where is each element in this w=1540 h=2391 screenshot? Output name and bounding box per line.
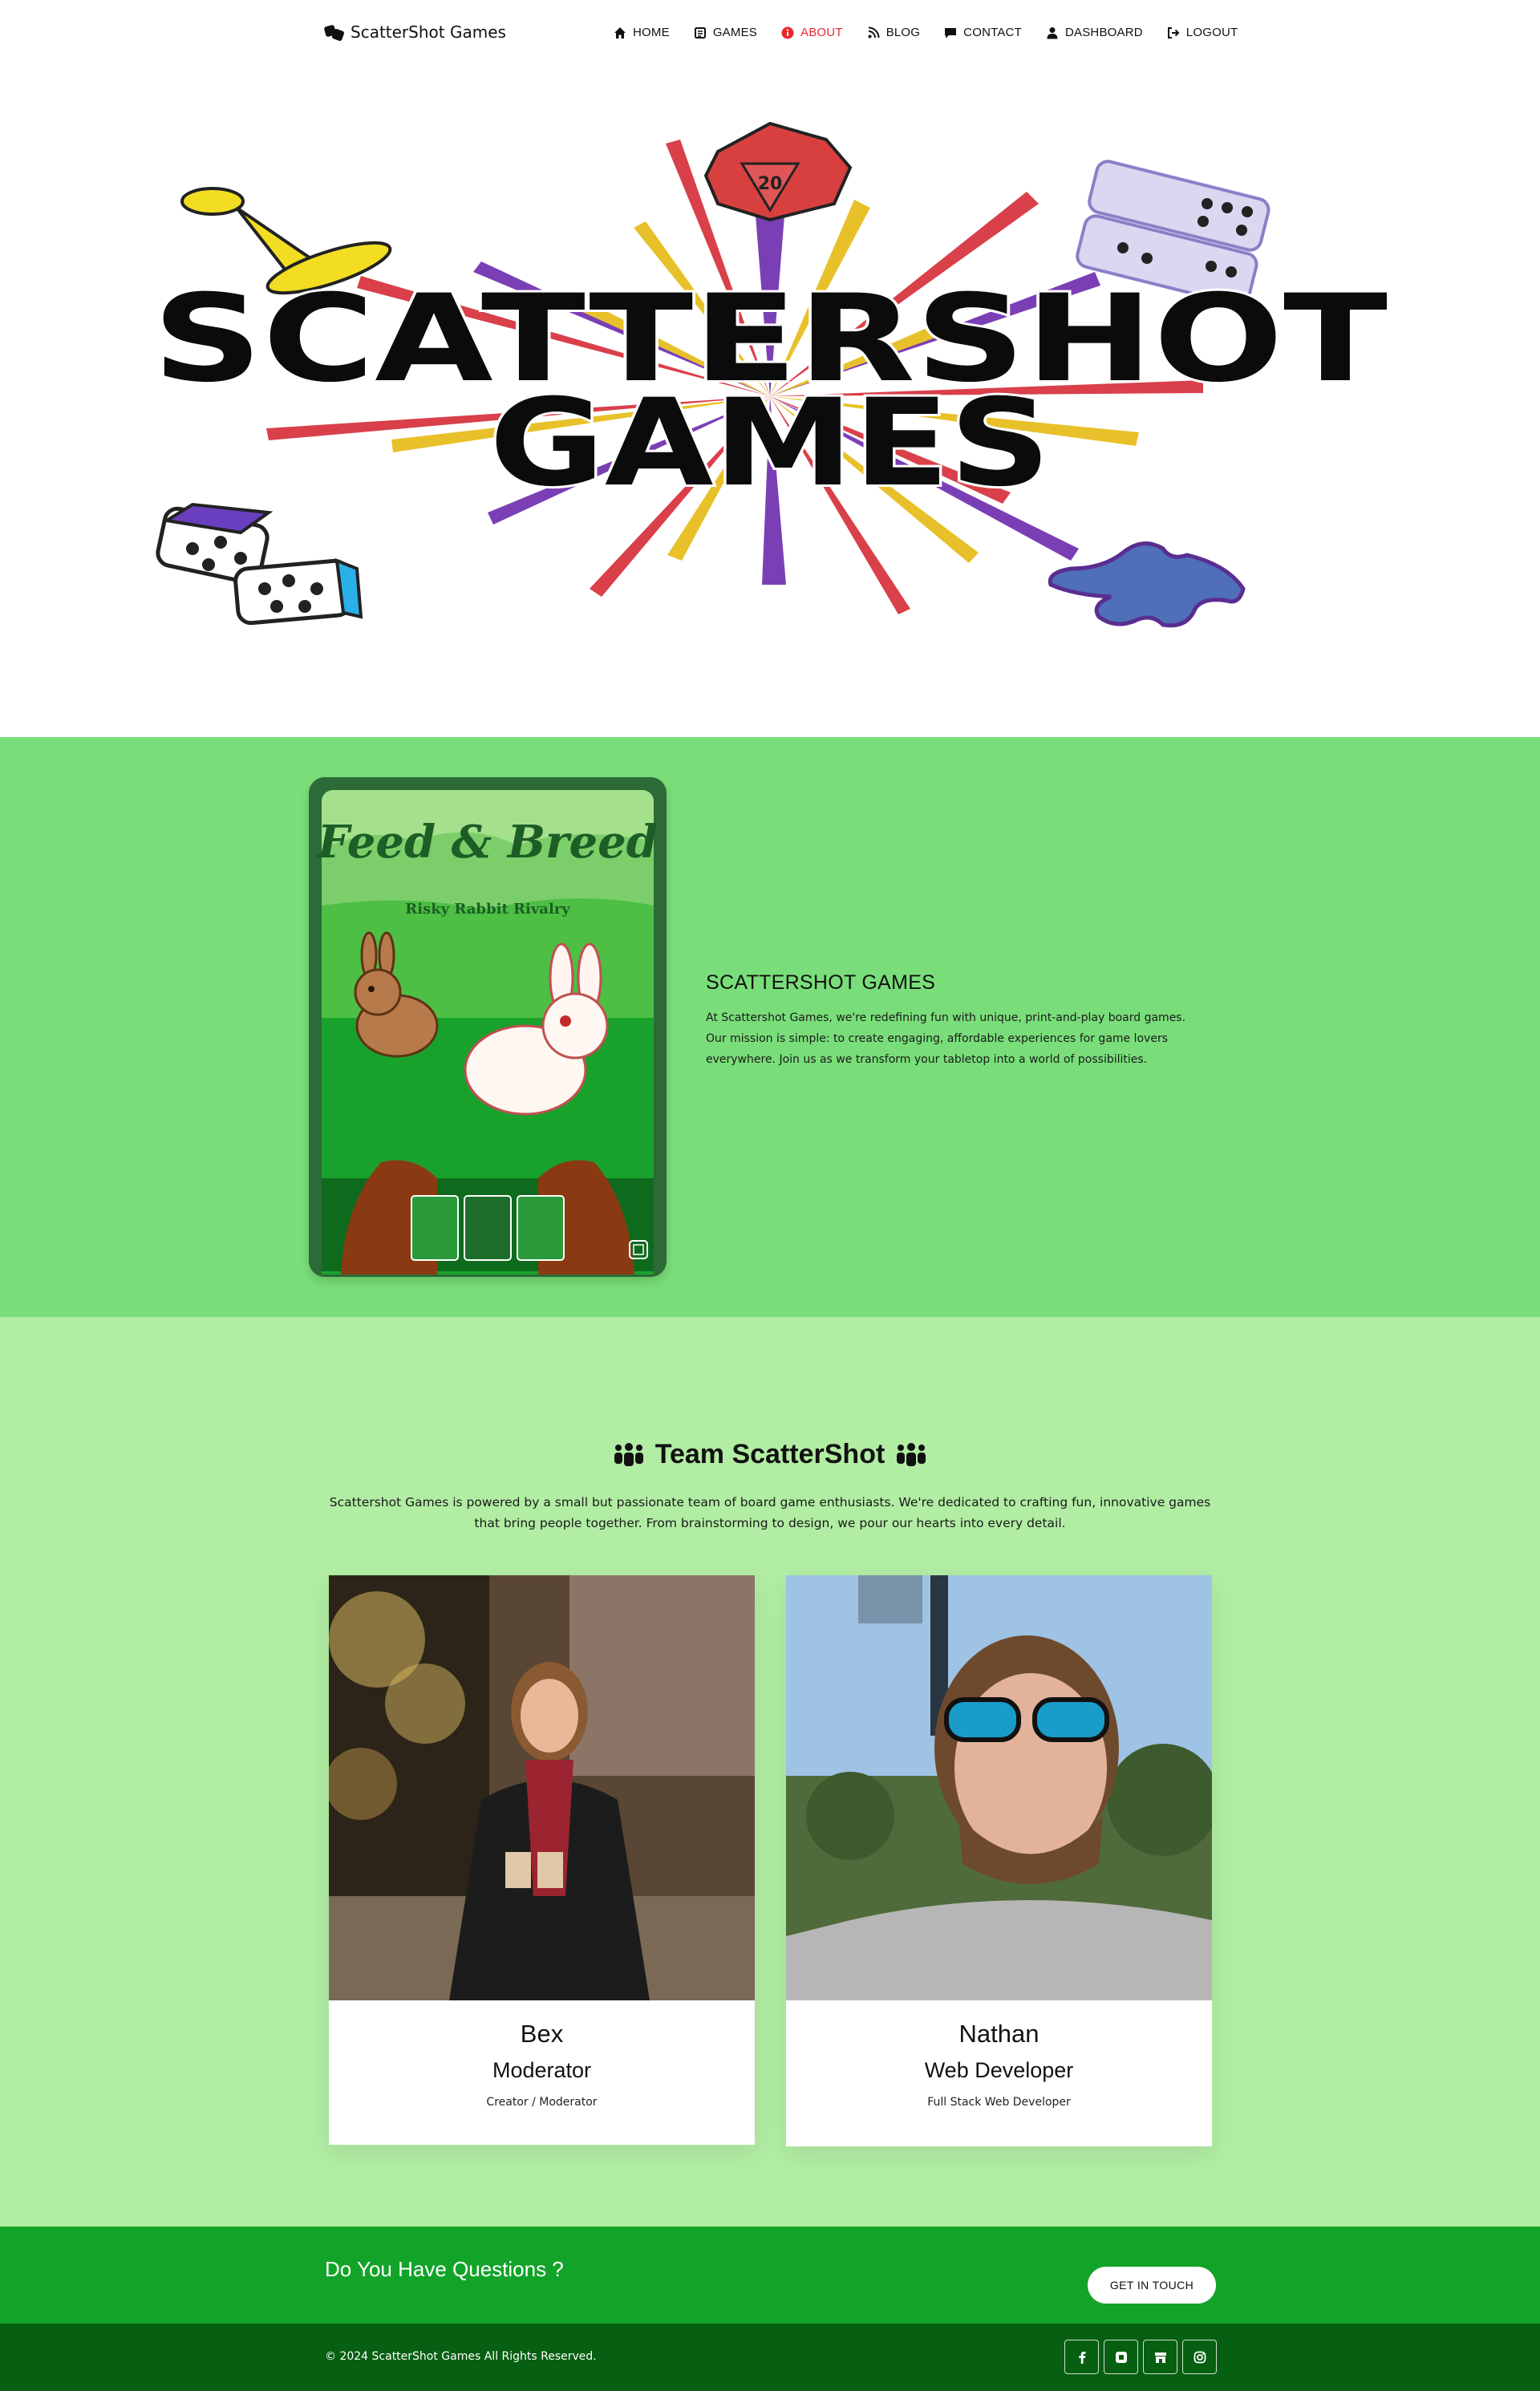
card-subtitle: Risky Rabbit Rivalry xyxy=(405,901,570,918)
about-body: At Scattershot Games, we're redefining f… xyxy=(706,1011,1186,1066)
square-icon[interactable] xyxy=(1104,2340,1138,2374)
people-group-icon xyxy=(897,1442,926,1466)
logout-icon xyxy=(1167,26,1180,38)
social-links xyxy=(1064,2340,1217,2374)
svg-text:20: 20 xyxy=(758,174,783,194)
info-icon xyxy=(781,26,794,38)
brand-name: ScatterShot Games xyxy=(351,22,506,42)
member-role: Moderator xyxy=(492,2058,592,2082)
meeple-icon xyxy=(1048,541,1246,628)
member-photo xyxy=(329,1575,755,2000)
copyright-text: © 2024 ScatterShot Games All Rights Rese… xyxy=(325,2350,597,2363)
nav-games[interactable]: GAMES xyxy=(694,26,757,39)
user-icon xyxy=(1047,26,1058,38)
games-icon xyxy=(694,26,706,38)
team-member-card: Bex Moderator Creator / Moderator xyxy=(329,1575,755,2145)
get-in-touch-button[interactable]: GET IN TOUCH xyxy=(1088,2267,1216,2304)
team-heading: Team ScatterShot xyxy=(0,1439,1540,1470)
member-name: Bex xyxy=(520,2020,564,2048)
people-group-icon xyxy=(614,1442,643,1466)
nav-dashboard[interactable]: DASHBOARD xyxy=(1046,26,1143,39)
facebook-icon[interactable] xyxy=(1064,2340,1099,2374)
logo-text-line2: GAMES xyxy=(489,374,1051,513)
member-subtitle: Full Stack Web Developer xyxy=(927,2096,1071,2109)
nav-contact[interactable]: CONTACT xyxy=(944,26,1022,39)
member-subtitle: Creator / Moderator xyxy=(486,2096,598,2109)
team-member-card: Nathan Web Developer Full Stack Web Deve… xyxy=(786,1575,1212,2146)
nav-logout[interactable]: LOGOUT xyxy=(1167,26,1238,39)
main-menu: HOME GAMES ABOUT BLOG CONTACT DASHBOARD … xyxy=(614,26,1238,39)
brand-link[interactable]: ScatterShot Games xyxy=(323,22,506,42)
dice-icon xyxy=(323,22,345,42)
card-title: Feed & Breed xyxy=(316,816,658,869)
top-navbar: ScatterShot Games HOME GAMES ABOUT BLOG … xyxy=(0,0,1540,67)
member-role: Web Developer xyxy=(924,2058,1074,2082)
about-text-block: SCATTERSHOT GAMES At Scattershot Games, … xyxy=(706,971,1195,1070)
footer: © 2024 ScatterShot Games All Rights Rese… xyxy=(0,2324,1540,2391)
nav-blog[interactable]: BLOG xyxy=(867,26,920,39)
about-section: Feed & Breed Risky Rabbit Rivalry SCATTE… xyxy=(0,737,1540,1317)
blog-icon xyxy=(868,26,880,38)
about-title: SCATTERSHOT GAMES xyxy=(706,971,936,994)
member-photo xyxy=(786,1575,1212,2000)
cta-heading: Do You Have Questions ? xyxy=(325,2257,564,2281)
nav-about[interactable]: ABOUT xyxy=(781,26,843,39)
team-description: Scattershot Games is powered by a small … xyxy=(329,1495,1211,1530)
scattershot-logo: 20 SCATTERSHOT GAMES xyxy=(150,121,1390,628)
d20-die-icon: 20 xyxy=(703,121,853,222)
instagram-icon[interactable] xyxy=(1182,2340,1217,2374)
team-section: Team ScatterShot Scattershot Games is po… xyxy=(0,1317,1540,2227)
dice-pair-icon xyxy=(156,502,363,626)
hero-banner: 20 SCATTERSHOT GAMES xyxy=(0,67,1540,737)
cta-section: Do You Have Questions ? GET IN TOUCH xyxy=(0,2227,1540,2324)
nav-home[interactable]: HOME xyxy=(614,26,670,39)
member-name: Nathan xyxy=(958,2020,1040,2048)
home-icon xyxy=(614,26,626,38)
chat-icon xyxy=(945,27,957,38)
game-card-image[interactable]: Feed & Breed Risky Rabbit Rivalry xyxy=(309,777,667,1277)
store-icon[interactable] xyxy=(1143,2340,1177,2374)
